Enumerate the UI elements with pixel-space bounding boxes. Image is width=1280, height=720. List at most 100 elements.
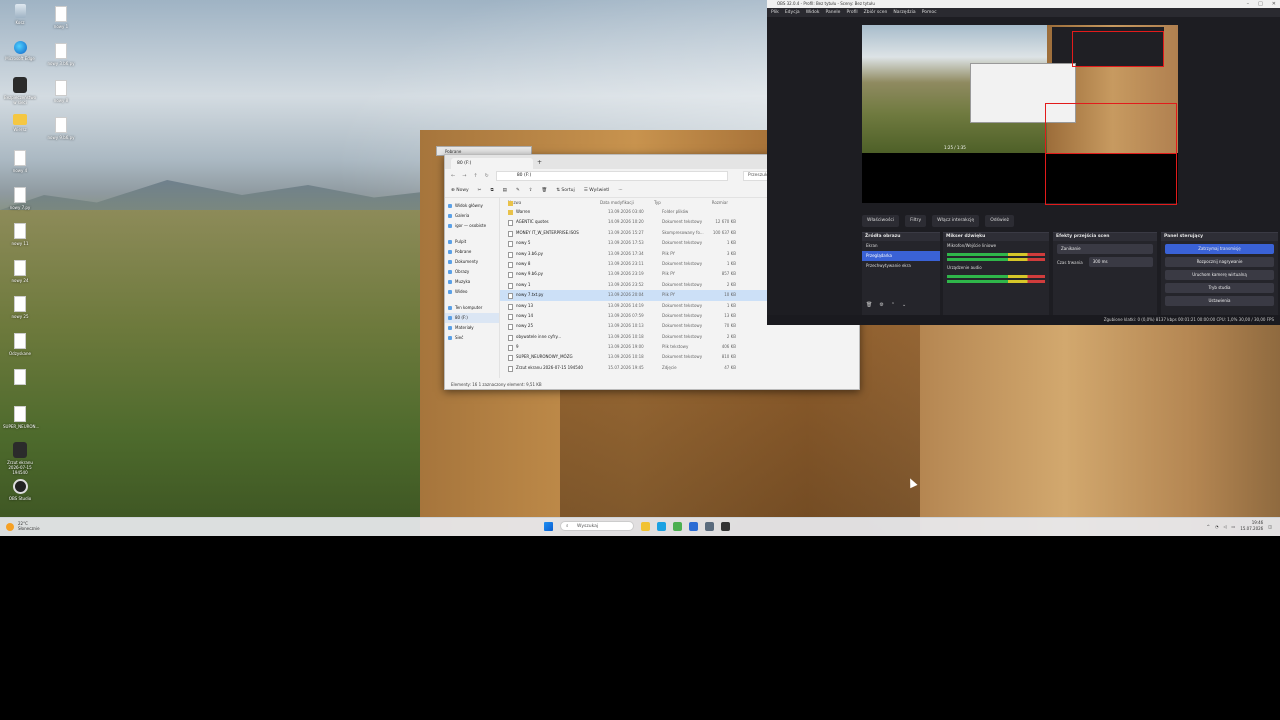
context-button[interactable]: Włącz interakcję xyxy=(932,215,980,227)
desktop-icon[interactable]: nowy 25 xyxy=(3,296,37,319)
remove-source-icon[interactable]: 🗑 xyxy=(866,302,872,308)
nav-item[interactable]: 80 (F:) xyxy=(445,313,499,323)
copy-icon[interactable]: ⧉ xyxy=(490,187,493,193)
file-row[interactable]: SUPER_NEURONOWY_MÓZG 13.09.2026 10:18 Doku… xyxy=(500,352,859,362)
menu-item[interactable]: Edycja xyxy=(785,8,800,17)
control-button[interactable]: Ustawienia xyxy=(1165,296,1274,306)
new-tab-icon[interactable]: + xyxy=(537,159,542,166)
source-settings-icon[interactable]: ⚙ xyxy=(879,302,883,308)
menu-item[interactable]: Panele xyxy=(826,8,841,17)
volume-slider[interactable] xyxy=(947,280,1045,283)
desktop-icon[interactable]: Kosz xyxy=(3,4,37,25)
sort-button[interactable]: ⇅ Sortuj xyxy=(556,188,575,193)
desktop-icon[interactable]: nowy 1 xyxy=(44,6,78,29)
column-date[interactable]: Data modyfikacji xyxy=(600,198,654,207)
obs-preview[interactable]: 1:25 / 1:35 xyxy=(862,25,1178,153)
duration-input[interactable]: 300 ms xyxy=(1088,257,1153,267)
more-button[interactable]: ··· xyxy=(618,188,622,193)
menu-item[interactable]: Widok xyxy=(806,8,820,17)
view-button[interactable]: ☰ Wyświetl xyxy=(584,188,610,193)
move-up-icon[interactable]: ⌃ xyxy=(891,302,895,308)
menu-item[interactable]: Zbiór scen xyxy=(864,8,888,17)
menu-item[interactable]: Profil xyxy=(846,8,857,17)
menu-item[interactable]: Plik xyxy=(771,8,779,17)
source-bounding-box[interactable] xyxy=(1045,103,1177,153)
nav-item[interactable]: Materiały xyxy=(445,323,499,333)
volume-slider[interactable] xyxy=(947,258,1045,261)
nav-item[interactable]: Pobrane xyxy=(445,247,499,257)
column-name[interactable]: Nazwa xyxy=(508,198,600,207)
back-icon[interactable]: ← xyxy=(451,173,455,179)
settings-icon[interactable] xyxy=(705,521,714,531)
nav-item[interactable]: Obrazy xyxy=(445,267,499,277)
paste-icon[interactable]: ▤ xyxy=(503,188,507,193)
nav-item[interactable]: Pulpit xyxy=(445,237,499,247)
control-button[interactable]: Tryb studia xyxy=(1165,283,1274,293)
battery-icon[interactable]: ▭ xyxy=(1232,524,1236,529)
notifications-icon[interactable]: ◫ xyxy=(1268,524,1272,529)
cut-icon[interactable]: ✂ xyxy=(478,188,482,193)
up-icon[interactable]: ↑ xyxy=(473,173,477,179)
nav-item[interactable]: Widok główny xyxy=(445,201,499,211)
new-button[interactable]: ⊕ Nowy xyxy=(451,188,469,193)
control-button[interactable]: Rozpocznij nagrywanie xyxy=(1165,257,1274,267)
taskbar-search[interactable]: ⌕ Wyszukaj xyxy=(560,521,634,531)
context-button[interactable]: Filtry xyxy=(905,215,927,227)
control-button[interactable]: Uruchom kamerę wirtualną xyxy=(1165,270,1274,280)
desktop-icon[interactable]: nowy 11 xyxy=(3,223,37,246)
chrome-icon[interactable] xyxy=(673,521,682,531)
desktop-icon[interactable]: Wiersz xyxy=(3,113,37,132)
file-explorer-icon[interactable] xyxy=(641,521,650,531)
file-row[interactable]: obywatele inne cyfry... 13.09.2026 10:18 D… xyxy=(500,332,859,342)
refresh-icon[interactable]: ↻ xyxy=(485,173,489,179)
context-button[interactable]: Właściwości xyxy=(862,215,900,227)
source-item[interactable]: Przechwytywanie ekra xyxy=(862,261,940,271)
desktop-icon[interactable]: Odzyskane xyxy=(3,332,37,356)
menu-item[interactable]: Narzędzia xyxy=(893,8,915,17)
transition-select[interactable]: Zanikanie xyxy=(1057,244,1153,254)
start-button[interactable] xyxy=(544,521,553,531)
source-item[interactable]: Przeglądarka xyxy=(862,251,940,261)
column-type[interactable]: Typ xyxy=(654,198,698,207)
menu-item[interactable]: Pomoc xyxy=(922,8,937,17)
rename-icon[interactable]: ✎ xyxy=(516,188,520,193)
explorer-tab[interactable]: 80 (F:) xyxy=(451,158,533,169)
share-icon[interactable]: ⇪ xyxy=(529,188,533,193)
context-button[interactable]: Odśwież xyxy=(985,215,1015,227)
edge-icon[interactable] xyxy=(657,521,666,531)
address-bar[interactable]: 80 (F:) xyxy=(495,171,728,181)
desktop-icon[interactable]: nowy 4 xyxy=(3,150,37,173)
source-bounding-box[interactable] xyxy=(1072,31,1164,67)
forward-icon[interactable]: → xyxy=(462,173,466,179)
desktop-icon[interactable] xyxy=(3,369,37,387)
control-button[interactable]: Zatrzymaj transmisję xyxy=(1165,244,1274,254)
desktop-icon[interactable]: Zrzut ekranu 2026-07-15 194540 xyxy=(3,442,37,475)
nav-item[interactable]: Dokumenty xyxy=(445,257,499,267)
desktop-icon[interactable]: Bezpieczeństwo w sieci xyxy=(3,77,37,105)
nav-item[interactable]: Sieć xyxy=(445,333,499,343)
desktop-icon[interactable]: Microsoft Edge xyxy=(3,40,37,61)
nav-item[interactable]: Galeria xyxy=(445,211,499,221)
desktop-icon[interactable]: nowy 7.py xyxy=(3,186,37,210)
source-item[interactable]: Ekran xyxy=(862,241,940,251)
nav-item[interactable]: igor — osobiste xyxy=(445,221,499,231)
minimize-icon[interactable]: – xyxy=(1247,0,1250,8)
nav-item[interactable]: Wideo xyxy=(445,287,499,297)
store-icon[interactable] xyxy=(689,521,698,531)
clock[interactable]: 19:46 15.07.2026 xyxy=(1240,520,1263,532)
desktop-icon[interactable]: OBS Studio xyxy=(3,478,37,501)
maximize-icon[interactable]: □ xyxy=(1258,0,1263,8)
network-icon[interactable]: ◔ xyxy=(1215,524,1219,529)
source-bounding-box[interactable] xyxy=(1045,153,1177,205)
desktop-icon[interactable]: nowy 24 xyxy=(3,259,37,283)
move-down-icon[interactable]: ⌄ xyxy=(902,302,906,308)
column-size[interactable]: Rozmiar xyxy=(698,198,728,207)
weather-widget[interactable]: 22°C Słonecznie xyxy=(6,521,40,531)
desktop-icon[interactable]: nowy 3.b6.py xyxy=(44,43,78,66)
volume-icon[interactable]: ◁ xyxy=(1223,524,1226,529)
desktop-icon[interactable]: SUPER_NEURON... xyxy=(3,405,39,429)
nav-item[interactable]: Ten komputer xyxy=(445,303,499,313)
nav-item[interactable]: Muzyka xyxy=(445,277,499,287)
delete-icon[interactable]: 🗑 xyxy=(542,188,548,193)
tray-chevron-icon[interactable]: ^ xyxy=(1207,524,1210,529)
